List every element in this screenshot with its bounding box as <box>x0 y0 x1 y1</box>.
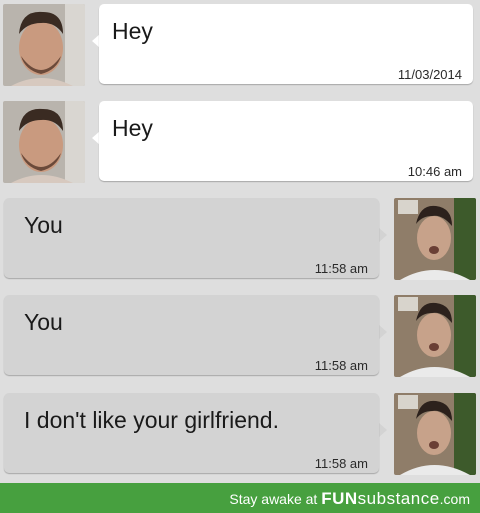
message-timestamp: 11/03/2014 <box>397 67 462 82</box>
watermark-prefix: Stay awake at <box>229 491 322 507</box>
message-text: You <box>24 212 63 238</box>
watermark-brand-rest: substance <box>357 489 440 508</box>
message-text: Hey <box>112 18 153 44</box>
watermark-footer: Stay awake at FUNsubstance.com <box>0 483 480 513</box>
message-row: Hey 11/03/2014 <box>0 0 480 86</box>
message-timestamp: 10:46 am <box>407 164 462 179</box>
sender-avatar[interactable] <box>394 393 476 475</box>
bubble-tail <box>379 325 387 339</box>
bubble-tail <box>379 423 387 437</box>
message-timestamp: 11:58 am <box>314 456 368 471</box>
message-text: I don't like your girlfriend. <box>24 407 279 433</box>
message-row: You 11:58 am <box>0 291 480 377</box>
message-bubble[interactable]: Hey 10:46 am <box>99 101 473 181</box>
message-row: I don't like your girlfriend. 11:58 am <box>0 389 480 475</box>
message-bubble[interactable]: Hey 11/03/2014 <box>99 4 473 84</box>
contact-avatar[interactable] <box>3 4 85 86</box>
message-bubble[interactable]: I don't like your girlfriend. 11:58 am <box>4 393 379 473</box>
bubble-tail <box>379 228 387 242</box>
watermark-suffix: .com <box>439 491 470 507</box>
message-timestamp: 11:58 am <box>314 358 368 373</box>
sender-avatar[interactable] <box>394 198 476 280</box>
message-text: Hey <box>112 115 153 141</box>
message-text: You <box>24 309 63 335</box>
sender-avatar[interactable] <box>394 295 476 377</box>
watermark-text: Stay awake at FUNsubstance.com <box>229 489 470 509</box>
message-bubble[interactable]: You 11:58 am <box>4 295 379 375</box>
watermark-brand-bold: FUN <box>321 489 358 508</box>
message-bubble[interactable]: You 11:58 am <box>4 198 379 278</box>
message-row: Hey 10:46 am <box>0 97 480 183</box>
contact-avatar[interactable] <box>3 101 85 183</box>
message-row: You 11:58 am <box>0 194 480 280</box>
message-timestamp: 11:58 am <box>314 261 368 276</box>
message-thread: Hey 11/03/2014 Hey 10:46 am You 11:58 am <box>0 0 480 483</box>
